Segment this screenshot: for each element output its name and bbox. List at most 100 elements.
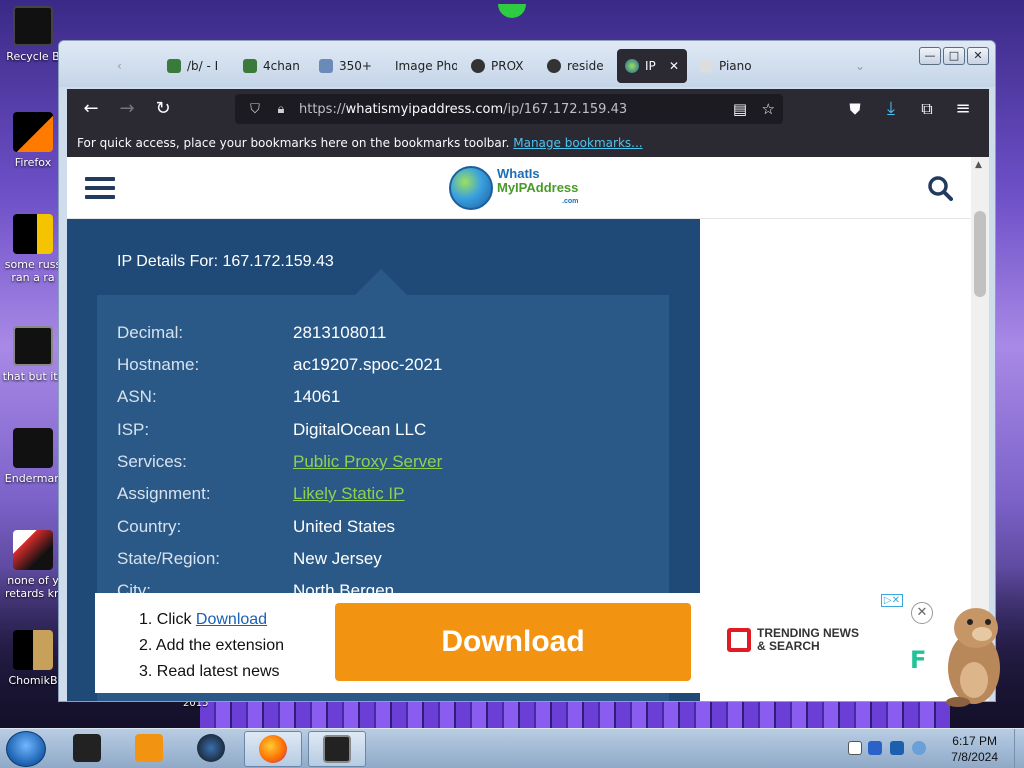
- ad-brand: TRENDING NEWS & SEARCH: [727, 627, 859, 653]
- site-header: WhatIs MyIPAddress .com: [67, 157, 971, 219]
- scroll-up-icon[interactable]: ▲: [975, 160, 982, 170]
- desktop-icon-chomik[interactable]: ChomikB: [0, 630, 66, 687]
- tab-image-photo[interactable]: Image Pho: [387, 49, 457, 83]
- manage-bookmarks-link[interactable]: Manage bookmarks...: [513, 136, 642, 150]
- maximize-button[interactable]: □: [943, 47, 965, 65]
- tab-piano[interactable]: Piano: [691, 49, 767, 83]
- file-icon: [13, 326, 53, 366]
- ad-choices-icon[interactable]: ▷✕: [880, 594, 903, 607]
- taskbar-item-firefox[interactable]: [244, 731, 302, 767]
- tab-350[interactable]: 350+: [311, 49, 377, 83]
- tab-list-button[interactable]: ⌄: [847, 49, 875, 83]
- search-icon[interactable]: [927, 175, 953, 201]
- clover-icon: [167, 59, 181, 73]
- tab-b[interactable]: /b/ - I: [159, 49, 231, 83]
- wallpaper-keyboard: [200, 698, 950, 728]
- taskbar: 6:17 PM 7/8/2024: [0, 728, 1024, 768]
- ad-download-link[interactable]: Download: [196, 611, 267, 628]
- image-icon: [319, 59, 333, 73]
- pocket-button[interactable]: ⛊: [843, 97, 867, 121]
- reload-icon: ↻: [155, 98, 171, 119]
- show-desktop-button[interactable]: [1014, 729, 1024, 768]
- bookmarks-toolbar: For quick access, place your bookmarks h…: [67, 129, 989, 157]
- tab-reside[interactable]: reside: [539, 49, 609, 83]
- network-icon[interactable]: [890, 741, 904, 755]
- firefox-icon: [259, 735, 287, 763]
- extensions-button[interactable]: ⧉: [915, 97, 939, 121]
- url-bar[interactable]: ⛉ 🔒︎ https://whatismyipaddress.com/ip/16…: [235, 94, 783, 124]
- forward-button[interactable]: →: [115, 97, 139, 121]
- menu-button[interactable]: ≡: [951, 97, 975, 121]
- piano-icon: [699, 59, 713, 73]
- gopher-mascot-icon[interactable]: [936, 604, 1006, 708]
- start-button[interactable]: [6, 731, 46, 767]
- hamburger-bar: [85, 177, 115, 181]
- globe-logo-icon: [449, 166, 493, 210]
- wallpaper-lamp: [498, 4, 526, 18]
- services-link[interactable]: Public Proxy Server: [293, 452, 442, 476]
- media-player-icon: [135, 734, 163, 762]
- assignment-link[interactable]: Likely Static IP: [293, 484, 405, 508]
- desktop-icon-file-3[interactable]: none of y retards kn: [0, 530, 66, 600]
- lock-icon[interactable]: 🔒︎: [273, 102, 289, 117]
- chevron-down-icon: ⌄: [855, 59, 866, 73]
- url-text[interactable]: https://whatismyipaddress.com/ip/167.172…: [299, 102, 627, 117]
- desktop-icon-firefox[interactable]: Firefox: [0, 112, 66, 169]
- desktop-icon-enderman[interactable]: Enderman: [0, 428, 66, 485]
- tray-expand-icon[interactable]: [848, 741, 862, 755]
- github-icon: [471, 59, 485, 73]
- ad-banner: 1. Click Download 2. Add the extension 3…: [95, 593, 905, 693]
- reader-view-icon[interactable]: ▤: [733, 100, 747, 118]
- desktop-icon-file-2[interactable]: that but its: [0, 326, 66, 383]
- trending-news-logo-icon: [727, 628, 751, 652]
- scrollbar-thumb[interactable]: [974, 211, 986, 297]
- shield-icon[interactable]: ⛉: [247, 102, 263, 117]
- taskbar-item-5[interactable]: [308, 731, 366, 767]
- detail-row-assignment: Assignment: Likely Static IP: [117, 484, 405, 508]
- back-button[interactable]: ←: [79, 97, 103, 121]
- taskbar-item-media[interactable]: [120, 731, 178, 767]
- tray-app-icon[interactable]: [868, 741, 882, 755]
- tab-bar: ‹ /b/ - I 4chan 350+ Image Pho PROX resi…: [59, 41, 995, 87]
- close-tab-icon[interactable]: ✕: [669, 59, 679, 73]
- download-icon: ⤓: [887, 98, 895, 119]
- hamburger-bar: [85, 186, 115, 190]
- system-tray: 6:17 PM 7/8/2024: [840, 729, 1024, 768]
- desktop-icon-file-1[interactable]: some russ ran a ra: [0, 214, 66, 284]
- globe-icon: [625, 59, 639, 73]
- recycle-bin-icon: [13, 6, 53, 46]
- file-icon: [13, 630, 53, 670]
- panel-notch: [355, 269, 407, 295]
- hamburger-bar: [85, 195, 115, 199]
- close-window-button[interactable]: ✕: [967, 47, 989, 65]
- taskbar-item-3[interactable]: [182, 731, 240, 767]
- bookmark-star-icon[interactable]: ☆: [762, 100, 775, 118]
- tab-scroll-left[interactable]: ‹: [109, 49, 143, 83]
- downloads-button[interactable]: ⤓: [879, 97, 903, 121]
- ad-close-button[interactable]: ✕: [911, 602, 933, 624]
- tab-prox[interactable]: PROX: [463, 49, 533, 83]
- arrow-right-icon: →: [119, 98, 135, 119]
- site-menu-button[interactable]: [85, 177, 115, 199]
- tab-4chan[interactable]: 4chan: [235, 49, 305, 83]
- desktop-icon-recycle-bin[interactable]: Recycle B: [0, 6, 66, 63]
- clover-icon: [243, 59, 257, 73]
- chevron-left-icon: ‹: [117, 59, 122, 73]
- taskbar-clock[interactable]: 6:17 PM 7/8/2024: [951, 733, 998, 765]
- app-icon: [73, 734, 101, 762]
- detail-row-services: Services: Public Proxy Server: [117, 452, 442, 476]
- volume-icon[interactable]: [912, 741, 926, 755]
- taskbar-item-1[interactable]: [58, 731, 116, 767]
- firefox-icon: [13, 112, 53, 152]
- minimize-button[interactable]: —: [919, 47, 941, 65]
- globe-app-icon: [197, 734, 225, 762]
- site-logo[interactable]: WhatIs MyIPAddress .com: [449, 163, 591, 213]
- ad-download-button[interactable]: Download: [335, 603, 691, 681]
- reload-button[interactable]: ↻: [151, 97, 175, 121]
- arrow-left-icon: ←: [83, 98, 99, 119]
- nav-toolbar: ← → ↻ ⛉ 🔒︎ https://whatismyipaddress.com…: [67, 89, 989, 129]
- tab-ip-active[interactable]: IP ✕: [617, 49, 687, 83]
- ad-f-logo-icon[interactable]: F: [910, 646, 926, 674]
- ad-steps: 1. Click Download 2. Add the extension 3…: [139, 611, 284, 680]
- window-app-icon: [323, 735, 351, 763]
